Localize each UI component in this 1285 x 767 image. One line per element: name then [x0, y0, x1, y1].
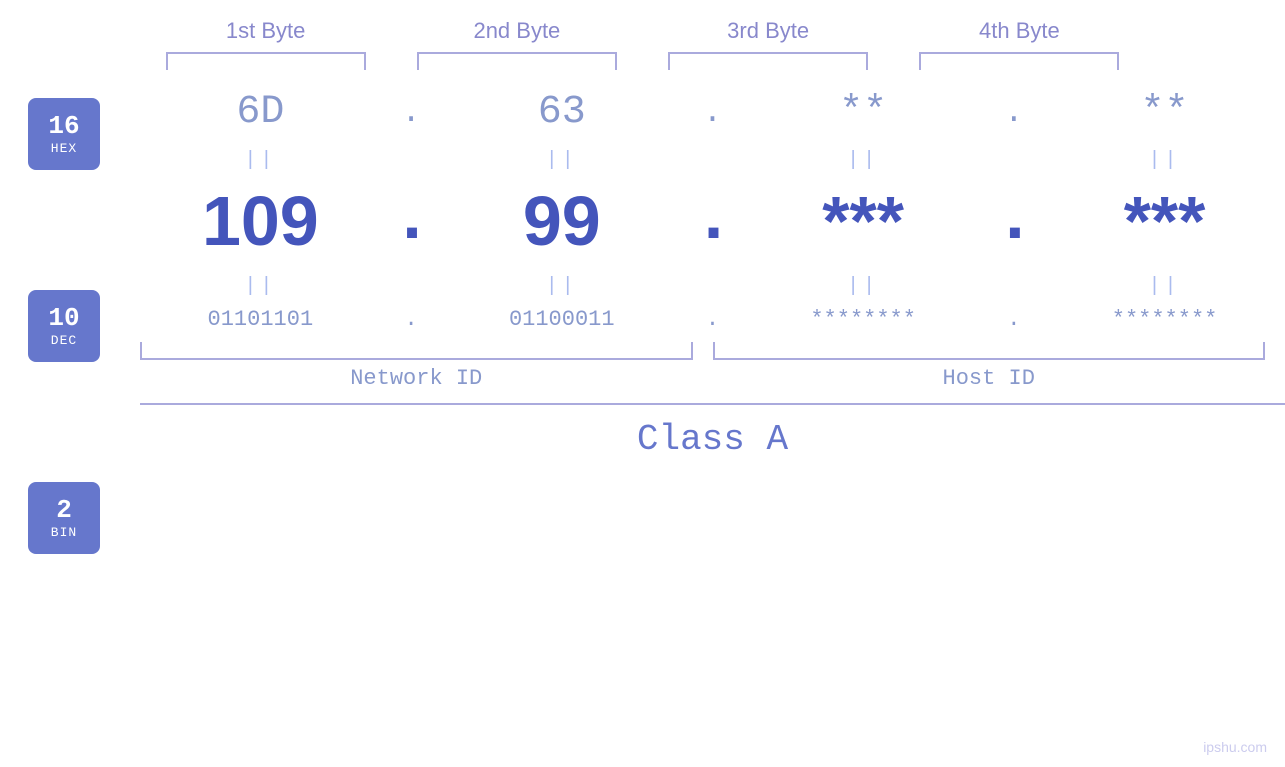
bracket-byte-4 — [919, 52, 1119, 70]
data-column: 6D . 63 . ** . ** — [140, 70, 1285, 767]
bin-badge-number: 2 — [56, 496, 72, 525]
equals-1-3: || — [753, 149, 973, 172]
bin-byte-4: ******** — [1055, 307, 1275, 332]
equals-row-1: || || || || — [140, 145, 1285, 176]
watermark: ipshu.com — [1203, 739, 1267, 755]
byte-header-2: 2nd Byte — [407, 18, 627, 44]
class-label: Class A — [140, 419, 1285, 460]
hex-byte-1: 6D — [150, 90, 370, 135]
byte-headers-row: 1st Byte 2nd Byte 3rd Byte 4th Byte — [0, 18, 1285, 44]
equals-sep-2 — [692, 149, 732, 172]
equals-row-2: || || || || — [140, 271, 1285, 302]
equals-1-2: || — [452, 149, 672, 172]
byte-header-3: 3rd Byte — [658, 18, 878, 44]
bin-byte-3: ******** — [753, 307, 973, 332]
bin-badge: 2 BIN — [28, 482, 100, 554]
equals-2-2: || — [452, 275, 672, 298]
network-id-label: Network ID — [140, 366, 693, 391]
bracket-byte-3 — [668, 52, 868, 70]
hex-badge: 16 HEX — [28, 98, 100, 170]
bin-byte-2: 01100011 — [452, 307, 672, 332]
main-container: 1st Byte 2nd Byte 3rd Byte 4th Byte 16 H… — [0, 0, 1285, 767]
byte-header-4: 4th Byte — [909, 18, 1129, 44]
dec-sep-2: . — [692, 186, 732, 256]
equals-1-4: || — [1055, 149, 1275, 172]
id-labels-row: Network ID Host ID — [140, 366, 1285, 391]
hex-row: 6D . 63 . ** . ** — [140, 90, 1285, 135]
byte-header-1: 1st Byte — [156, 18, 376, 44]
equals-sep-6 — [994, 275, 1034, 298]
dec-row: 109 . 99 . *** . *** — [140, 181, 1285, 261]
equals-2-3: || — [753, 275, 973, 298]
dec-byte-2: 99 — [452, 181, 672, 261]
dec-badge: 10 DEC — [28, 290, 100, 362]
equals-2-4: || — [1055, 275, 1275, 298]
bottom-brackets-container — [140, 342, 1285, 360]
hex-sep-2: . — [692, 94, 732, 131]
bin-badge-label: BIN — [51, 525, 77, 540]
equals-sep-5 — [692, 275, 732, 298]
full-content-area: 16 HEX 10 DEC 2 BIN 6D . — [0, 70, 1285, 767]
bin-sep-3: . — [994, 307, 1034, 332]
dec-sep-3: . — [994, 186, 1034, 256]
dec-badge-label: DEC — [51, 333, 77, 348]
bracket-byte-2 — [417, 52, 617, 70]
equals-1-1: || — [150, 149, 370, 172]
hex-sep-3: . — [994, 94, 1034, 131]
hex-badge-number: 16 — [48, 112, 79, 141]
network-bracket — [140, 342, 693, 360]
dec-byte-3: *** — [753, 181, 973, 261]
hex-badge-label: HEX — [51, 141, 77, 156]
hex-byte-4: ** — [1055, 90, 1275, 135]
dec-sep-1: . — [391, 186, 431, 256]
host-bracket — [713, 342, 1266, 360]
bracket-byte-1 — [166, 52, 366, 70]
equals-2-1: || — [150, 275, 370, 298]
bin-byte-1: 01101101 — [150, 307, 370, 332]
equals-sep-1 — [391, 149, 431, 172]
equals-sep-4 — [391, 275, 431, 298]
dec-byte-4: *** — [1055, 181, 1275, 261]
bin-sep-1: . — [391, 307, 431, 332]
class-outer-bracket-line — [140, 403, 1285, 405]
equals-sep-3 — [994, 149, 1034, 172]
hex-sep-1: . — [391, 94, 431, 131]
hex-byte-2: 63 — [452, 90, 672, 135]
badges-column: 16 HEX 10 DEC 2 BIN — [0, 70, 140, 767]
dec-badge-number: 10 — [48, 304, 79, 333]
dec-byte-1: 109 — [150, 181, 370, 261]
host-id-label: Host ID — [713, 366, 1266, 391]
bin-row: 01101101 . 01100011 . ******** . — [140, 307, 1285, 332]
top-brackets-row — [0, 52, 1285, 70]
bin-sep-2: . — [692, 307, 732, 332]
hex-byte-3: ** — [753, 90, 973, 135]
